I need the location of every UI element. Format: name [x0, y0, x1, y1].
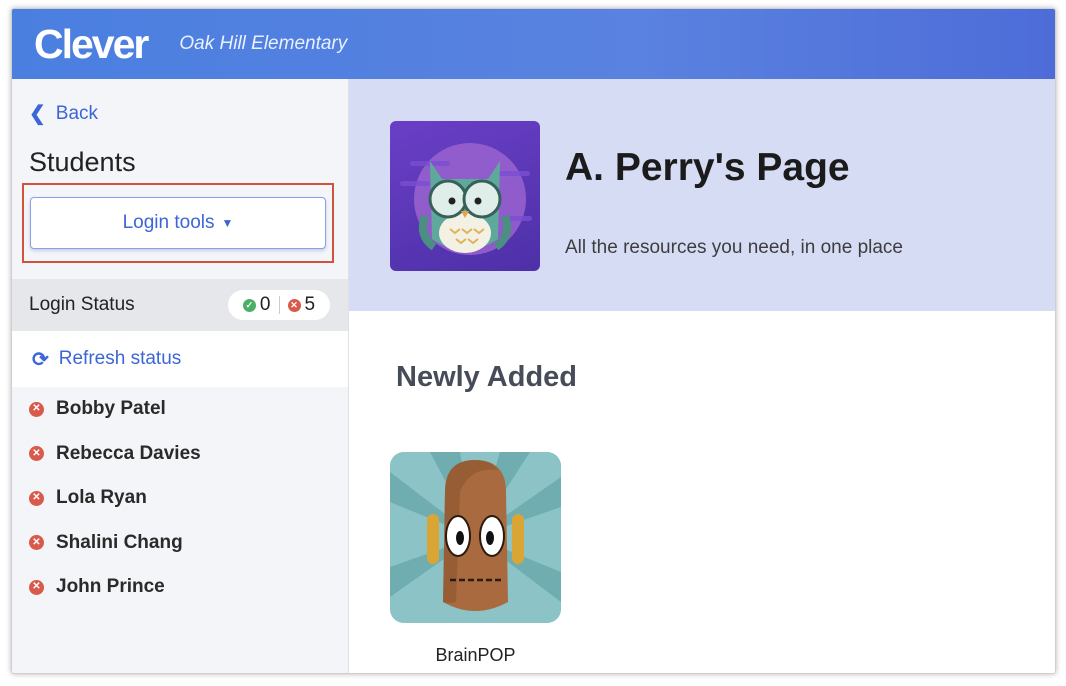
sidebar-title: Students [29, 147, 136, 177]
student-row[interactable]: ✕ Bobby Patel [12, 387, 348, 432]
student-name: John Prince [56, 576, 165, 598]
login-tools-button[interactable]: Login tools ▼ [30, 197, 326, 249]
x-circle-icon: ✕ [29, 490, 44, 506]
refresh-status-button[interactable]: ⟳ Refresh status [12, 331, 348, 387]
caret-down-icon: ▼ [221, 216, 234, 230]
student-name: Shalini Chang [56, 531, 183, 553]
student-name: Rebecca Davies [56, 442, 201, 464]
sidebar: ❮ Back Students Login tools ▼ Login Stat… [12, 79, 349, 673]
pill-divider [278, 296, 280, 314]
refresh-label: Refresh status [58, 348, 182, 369]
logged-in-count: 0 [259, 294, 271, 315]
x-circle-icon: ✕ [29, 401, 44, 417]
chevron-left-icon: ❮ [29, 103, 46, 125]
clever-logo[interactable]: Clever [34, 23, 149, 65]
school-name: Oak Hill Elementary [179, 33, 348, 54]
student-row[interactable]: ✕ Rebecca Davies [12, 432, 348, 477]
student-name: Lola Ryan [56, 487, 147, 509]
x-circle-icon: ✕ [287, 298, 301, 312]
back-label: Back [55, 102, 99, 124]
owl-avatar-icon [390, 121, 540, 271]
brainpop-moby-icon [390, 452, 561, 623]
not-logged-in-count: 5 [304, 294, 316, 315]
refresh-icon: ⟳ [32, 348, 49, 371]
login-status-row: Login Status ✓ 0 ✕ 5 [12, 279, 348, 331]
top-bar: Clever Oak Hill Elementary [12, 9, 1055, 79]
student-row[interactable]: ✕ Shalini Chang [12, 521, 348, 566]
page-hero: A. Perry's Page All the resources you ne… [349, 79, 1055, 311]
student-row[interactable]: ✕ Lola Ryan [12, 476, 348, 521]
back-link[interactable]: ❮ Back [29, 101, 98, 126]
brainpop-app-tile[interactable] [390, 452, 561, 623]
student-list: ✕ Bobby Patel ✕ Rebecca Davies ✕ Lola Ry… [12, 387, 348, 610]
main-content: A. Perry's Page All the resources you ne… [349, 79, 1055, 673]
app-window: Clever Oak Hill Elementary ❮ Back Studen… [11, 8, 1056, 674]
student-name: Bobby Patel [56, 398, 166, 420]
login-tools-label: Login tools [122, 212, 215, 233]
login-status-label: Login Status [29, 294, 135, 315]
login-status-counts: ✓ 0 ✕ 5 [228, 290, 330, 320]
check-circle-icon: ✓ [242, 298, 256, 312]
student-row[interactable]: ✕ John Prince [12, 565, 348, 610]
section-title: Newly Added [396, 361, 578, 393]
x-circle-icon: ✕ [29, 535, 44, 551]
page-subtitle: All the resources you need, in one place [565, 237, 903, 258]
login-tools-highlight: Login tools ▼ [22, 183, 334, 263]
x-circle-icon: ✕ [29, 579, 44, 595]
app-label: BrainPOP [435, 645, 516, 665]
page-title: A. Perry's Page [565, 146, 850, 189]
x-circle-icon: ✕ [29, 446, 44, 462]
